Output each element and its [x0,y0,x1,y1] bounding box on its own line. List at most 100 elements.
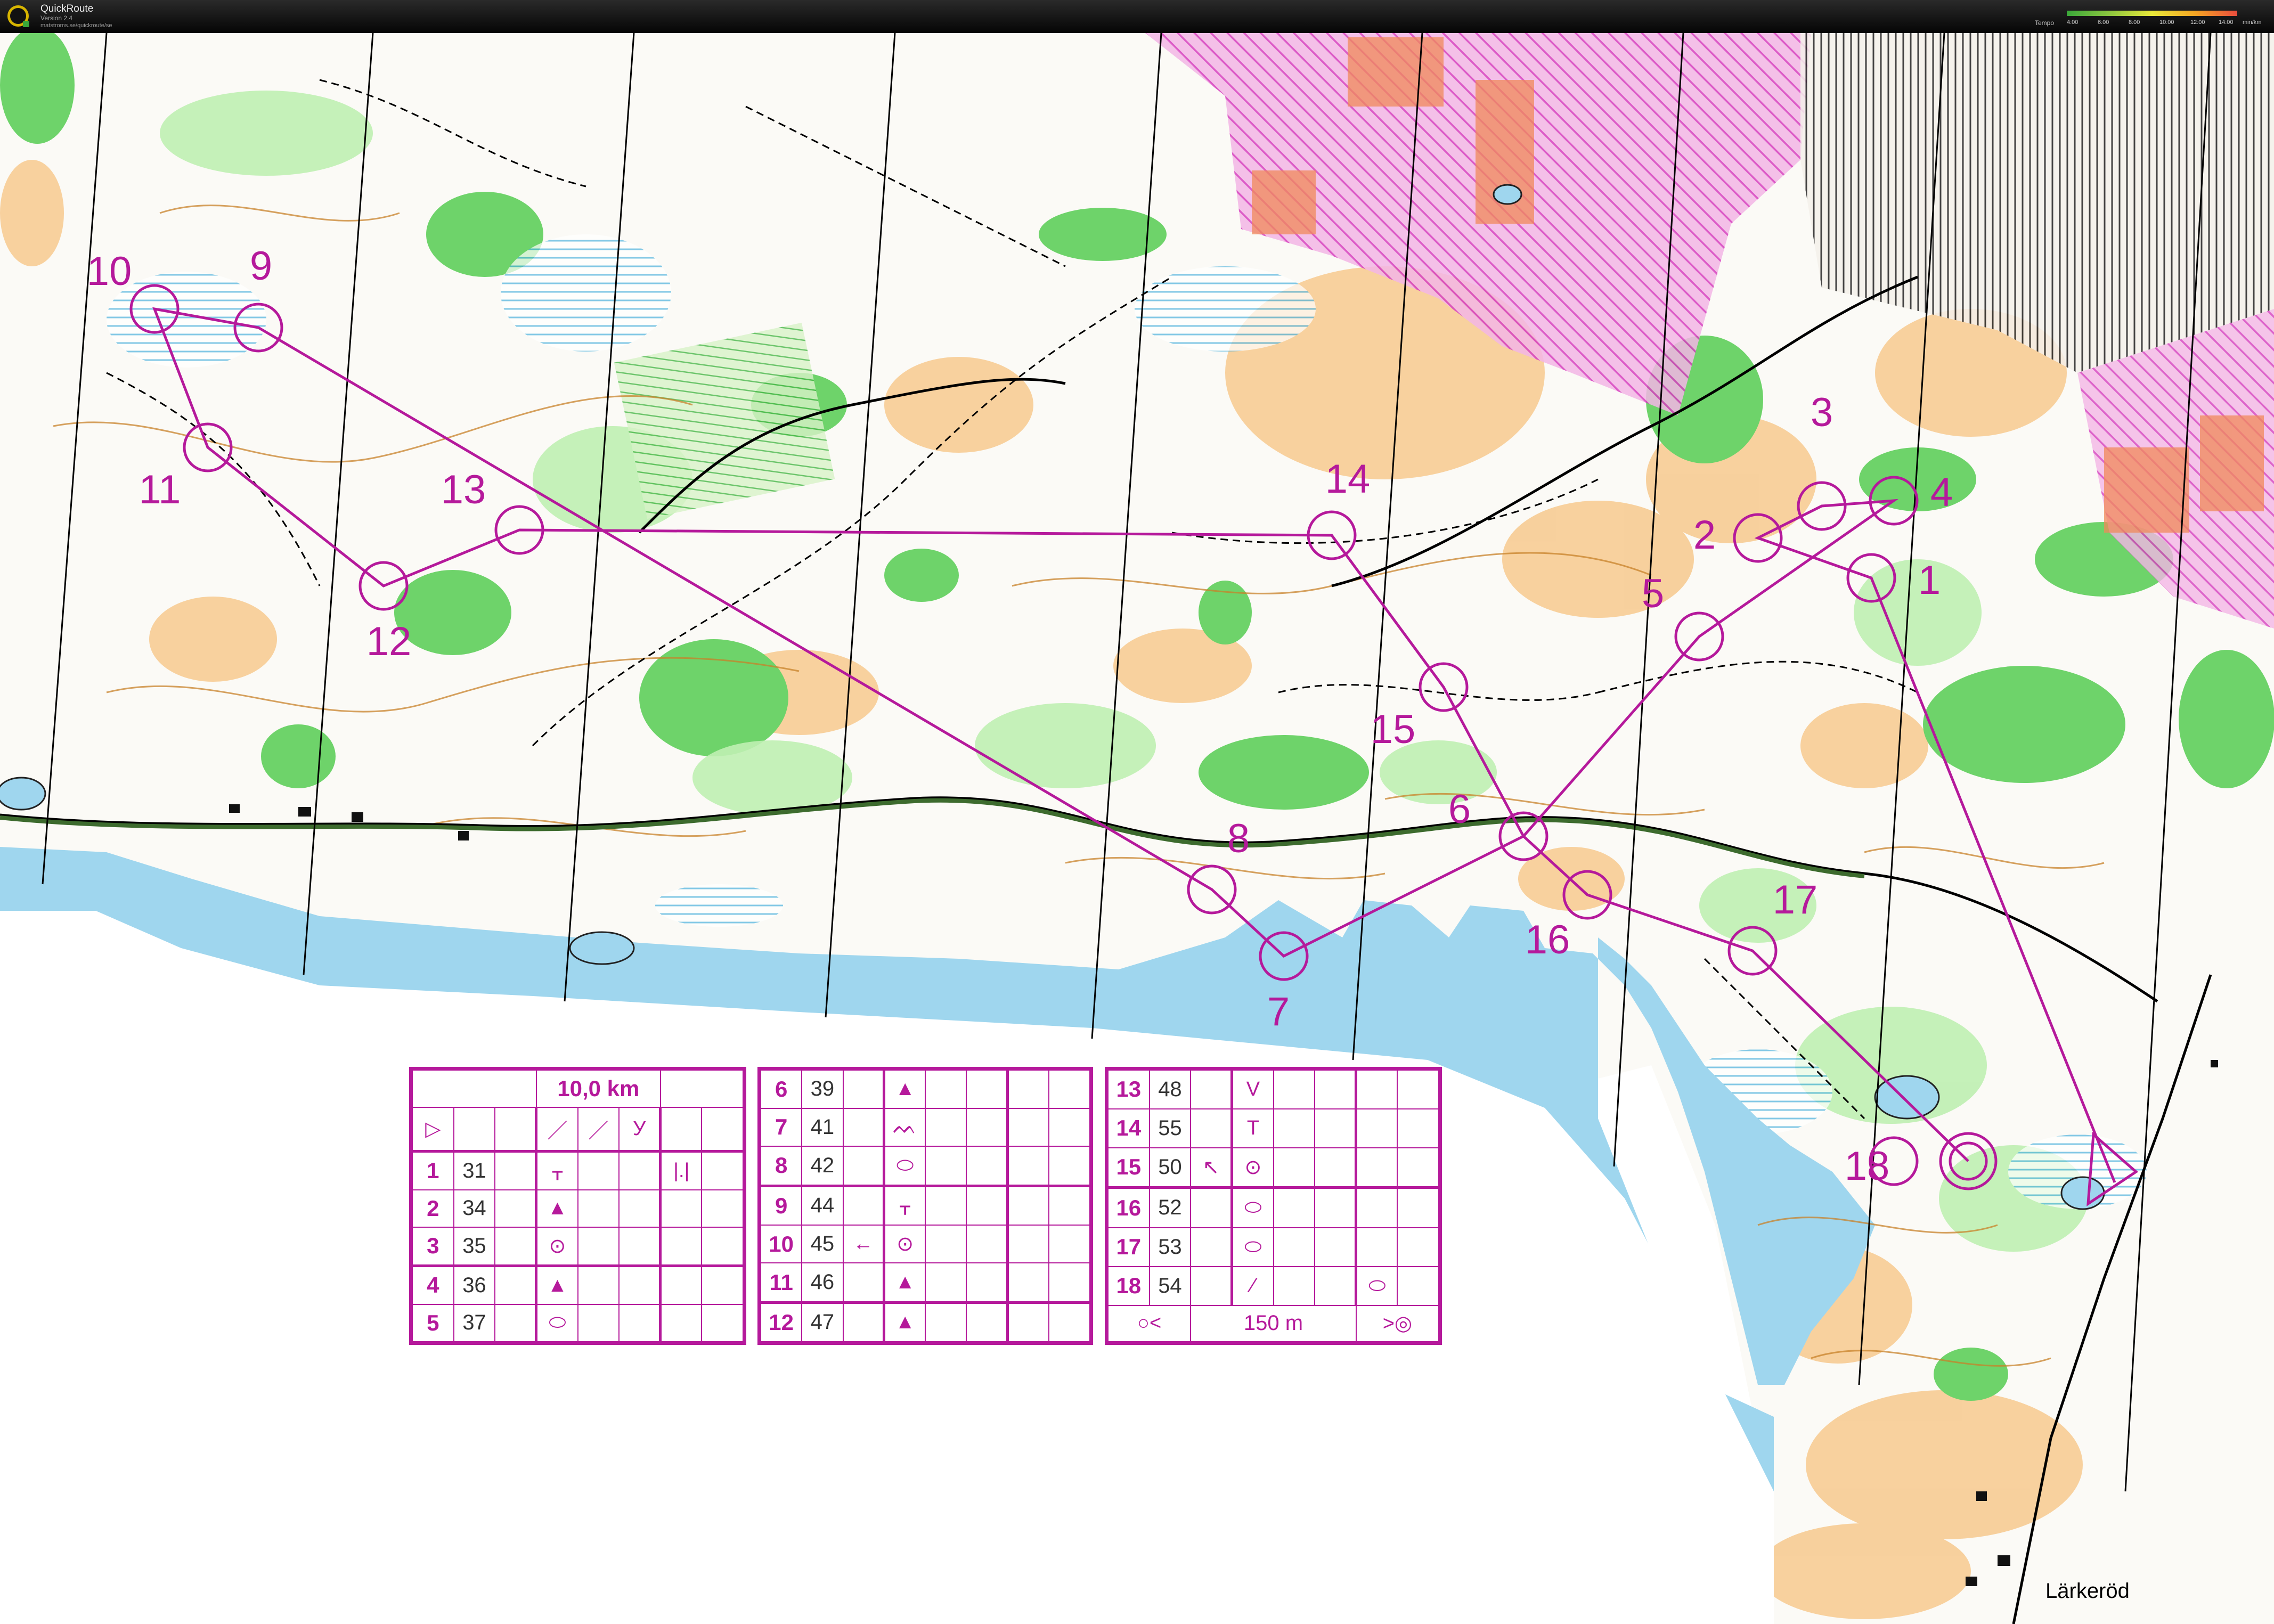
control-description-row: 18 54 ⁄ ⬭ [1107,1266,1439,1306]
control-number-label: 3 [1811,390,1833,435]
control-description-row: 15 50 ↖ ⊙ [1107,1147,1439,1189]
place-label: Lärkeröd [2045,1579,2130,1603]
appearance [577,1150,620,1190]
orienteering-map[interactable]: 12345678910111213 1415161718 Lärkeröd [0,33,2274,1624]
control-description-row: 10 45 ← ⊙ [760,1224,1091,1264]
control-number: 9 [760,1185,803,1226]
control-number-label: 1 [1918,558,1941,603]
control-number: 13 [1107,1070,1150,1109]
appearance [577,1227,620,1267]
control-code: 45 [801,1224,844,1264]
control-code: 55 [1148,1108,1192,1148]
control-description-row: 14 55 T [1107,1108,1439,1148]
course-length: 10,0 km [535,1069,661,1108]
dimension [618,1150,661,1190]
other [1048,1185,1091,1226]
appearance [577,1189,620,1228]
dimension [618,1303,661,1343]
dimension [966,1070,1008,1109]
start-feature: У [618,1107,661,1153]
appearance [924,1224,967,1264]
control-description-row: 17 53 ⬭ [1107,1227,1439,1267]
header-cell [659,1069,744,1108]
appearance [924,1302,967,1342]
control-description-sheet-2: 6 39 ▲ 7 41 ᨓ 8 42 ⬭ 9 44 ᚁ 10 45 ← ⊙ 11 46 ▲ 12 47 ▲ [757,1067,1093,1345]
control-number: 3 [412,1227,454,1267]
other [1397,1108,1439,1148]
control-code: 39 [801,1070,844,1109]
other [701,1227,744,1267]
location [1006,1146,1049,1187]
control-number: 12 [760,1302,803,1342]
control-number: 5 [412,1303,454,1343]
direction: ← [842,1224,885,1264]
control-number: 16 [1107,1187,1150,1228]
control-description-row: 6 39 ▲ [760,1070,1091,1109]
location [1355,1187,1398,1228]
location [1006,1107,1049,1147]
other [1048,1146,1091,1187]
dimension [1314,1108,1357,1148]
other [1048,1224,1091,1264]
feature: ▲ [883,1070,926,1109]
feature: ᚁ [883,1185,926,1226]
control-code: 53 [1148,1227,1192,1267]
location [1355,1070,1398,1109]
control-code: 35 [453,1227,496,1267]
control-number: 7 [760,1107,803,1147]
appearance [924,1146,967,1187]
control-description-row: 8 42 ⬭ [760,1146,1091,1187]
appearance [1273,1266,1316,1306]
appearance [1273,1108,1316,1148]
feature: ⊙ [883,1224,926,1264]
control-code: 47 [801,1302,844,1342]
other [701,1189,744,1228]
other [701,1150,744,1190]
other [1397,1266,1439,1306]
control-description-sheet-3: 13 48 V 14 55 T 15 50 ↖ ⊙ 16 52 ⬭ 17 53 ⬭ 18 54 ⁄ ⬭ ○< 150 … [1105,1067,1442,1345]
control-number-label: 7 [1267,989,1290,1034]
control-number-label: 17 [1773,877,1818,923]
direction [842,1262,885,1304]
start-symbol: ▷ [412,1107,454,1153]
control-code: 37 [453,1303,496,1343]
feature: ▲ [883,1302,926,1342]
feature: ▲ [535,1265,578,1305]
direction [842,1302,885,1342]
finish-right-symbol: >◎ [1355,1304,1440,1342]
control-number-label: 16 [1525,917,1570,962]
control-code: 41 [801,1107,844,1147]
control-number-label: 18 [1845,1144,1890,1189]
control-description-row: 11 46 ▲ [760,1262,1091,1304]
control-number-label: 4 [1930,470,1953,515]
feature: ⬭ [883,1146,926,1187]
control-code: 31 [453,1150,496,1190]
control-number-label: 9 [250,243,272,289]
feature: ⬭ [1230,1227,1274,1267]
other [1397,1070,1439,1109]
control-number: 1 [412,1150,454,1190]
control-number: 17 [1107,1227,1150,1267]
appearance [924,1107,967,1147]
speed-color-bar [2067,11,2237,16]
finish-left-symbol: ○< [1107,1304,1192,1342]
feature: ᚁ [535,1150,578,1190]
location [1355,1147,1398,1189]
feature: ⁄ [1230,1266,1274,1306]
control-description-sheet-1: 10,0 km ▷ ／ ／ У 1 31 ᚁ |.| 2 34 ▲ 3 35 ⊙ 4 36 ▲ 5 37 ⬭ [409,1067,746,1345]
location [1355,1227,1398,1267]
direction [842,1185,885,1226]
other [1397,1187,1439,1228]
control-number-label: 15 [1371,707,1416,752]
control-description-row: 7 41 ᨓ [760,1107,1091,1147]
appearance [1273,1227,1316,1267]
feature: ⊙ [535,1227,578,1267]
quickroute-logo-icon [7,5,29,27]
location [659,1265,703,1305]
location [1006,1262,1049,1304]
control-description-row: 2 34 ▲ [412,1189,744,1228]
location: |.| [659,1150,703,1190]
control-number: 14 [1107,1108,1150,1148]
appearance [577,1265,620,1305]
control-code: 44 [801,1185,844,1226]
